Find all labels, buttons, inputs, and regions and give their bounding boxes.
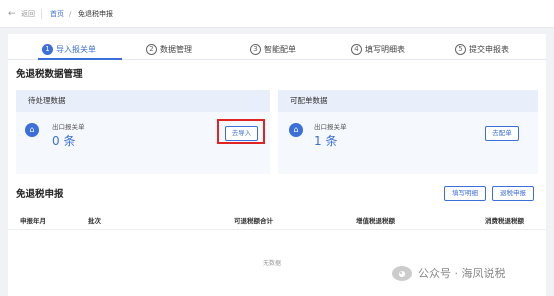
step-import[interactable]: 1 导入报关单: [42, 42, 96, 56]
empty-table-text: 无数据: [263, 260, 282, 267]
panel-sub-label: 出口报关单: [314, 123, 347, 131]
step-smart-matching[interactable]: 3 智能配单: [250, 42, 296, 56]
panel-sub-label: 出口报关单: [52, 123, 85, 131]
watermark: ◕ 公众号 · 海凤说税: [392, 264, 506, 282]
step-label: 数据管理: [160, 44, 192, 54]
pending-data-panel: 待处理数据 ⌂ 出口报关单 0 条 去导入: [16, 90, 270, 174]
column-header: 消费税退税额: [485, 217, 524, 225]
main-card: 1 导入报关单 2 数据管理 3 智能配单 4 填写明细表 5 提交申报表 免退…: [8, 34, 546, 296]
breadcrumb-current: 免退税申报: [78, 10, 113, 18]
watermark-text: 公众号 · 海凤说税: [418, 267, 506, 280]
breadcrumb-separator: /: [69, 10, 72, 18]
matchable-count: 1 条: [314, 134, 338, 148]
breadcrumb-home[interactable]: 首页: [50, 9, 64, 20]
pending-count: 0 条: [52, 134, 76, 148]
step-number: 1: [42, 43, 53, 55]
step-submit-declaration[interactable]: 5 提交申报表: [455, 42, 509, 56]
declaration-form-icon: ⌂: [25, 123, 39, 137]
step-number: 3: [250, 43, 261, 55]
active-step-indicator: [38, 58, 122, 60]
declaration-form-icon: ⌂: [289, 123, 303, 137]
step-label: 智能配单: [264, 44, 296, 54]
panel-header: 可配单数据: [278, 90, 538, 112]
column-header: 申报年月: [20, 217, 46, 225]
step-label: 填写明细表: [365, 44, 405, 54]
declaration-title: 免退税申报: [16, 189, 64, 200]
step-number: 2: [146, 43, 157, 55]
column-header: 可退税额合计: [234, 217, 273, 225]
step-number: 5: [455, 43, 466, 55]
step-label: 导入报关单: [56, 44, 96, 54]
go-match-button[interactable]: 去配单: [485, 126, 519, 141]
column-header: 增值税退税额: [356, 217, 395, 225]
wechat-icon: ◕: [392, 265, 412, 281]
step-number: 4: [351, 43, 362, 55]
tax-refund-declare-button[interactable]: 退税申报: [492, 186, 534, 201]
back-arrow-icon[interactable]: ←: [8, 8, 16, 20]
fill-details-button[interactable]: 填写明细: [444, 186, 486, 201]
column-header: 批次: [88, 217, 101, 225]
declaration-table-header: 申报年月 批次 可退税额合计 增值税退税额 消费税退税额: [8, 212, 546, 230]
step-data-management[interactable]: 2 数据管理: [146, 42, 192, 56]
back-link[interactable]: 返回: [21, 9, 35, 20]
step-fill-details[interactable]: 4 填写明细表: [351, 42, 405, 56]
divider: [41, 9, 42, 19]
top-bar: ← 返回 首页 / 免退税申报: [0, 0, 554, 28]
matchable-data-panel: 可配单数据 ⌂ 出口报关单 1 条 去配单: [278, 90, 538, 174]
step-label: 提交申报表: [469, 44, 509, 54]
data-management-title: 免退税数据管理: [16, 69, 83, 80]
panel-header: 待处理数据: [16, 90, 270, 112]
highlight-box: [217, 119, 265, 144]
